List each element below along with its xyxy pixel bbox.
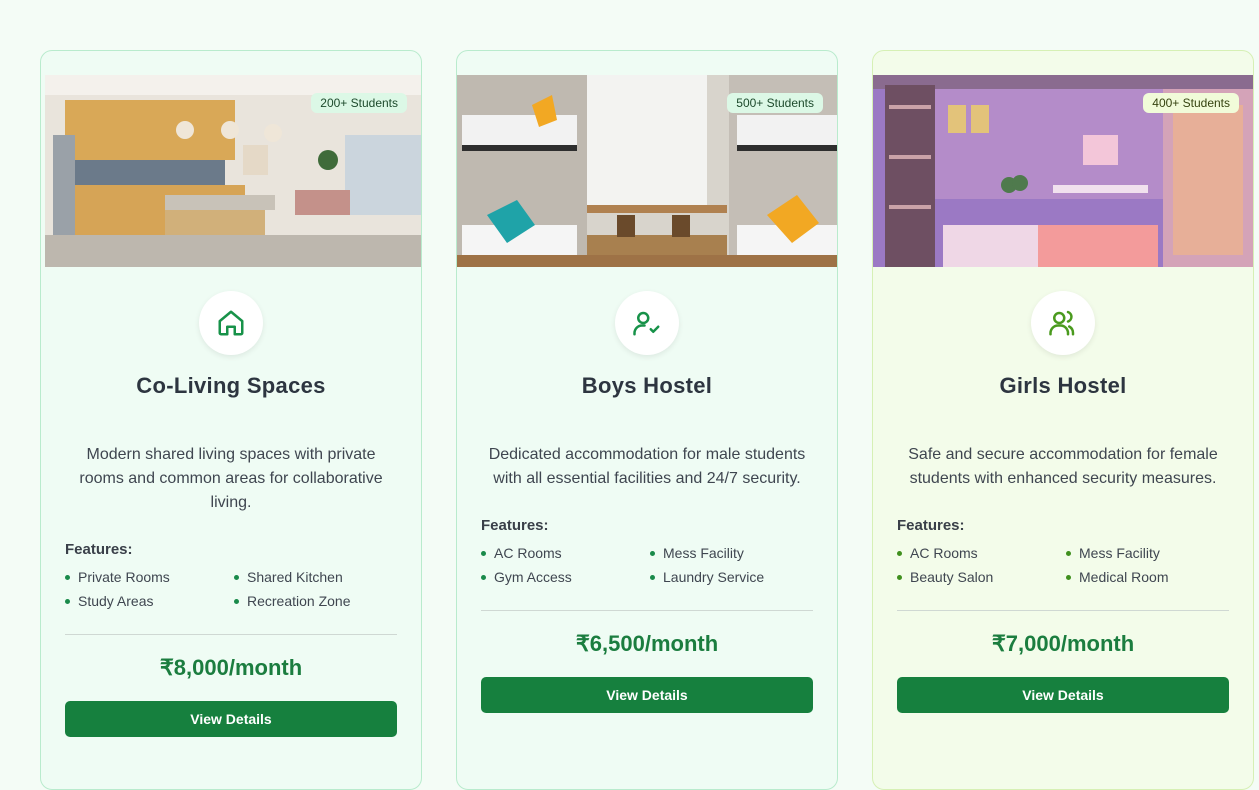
bullet-icon <box>234 574 239 580</box>
features-heading: Features: <box>65 541 133 558</box>
feature-label: Beauty Salon <box>910 569 994 585</box>
bullet-icon <box>650 574 655 580</box>
card-title: Girls Hostel <box>999 373 1127 398</box>
bullet-icon <box>481 574 486 580</box>
feature-label: Mess Facility <box>1079 545 1160 561</box>
feature-item: Mess Facility <box>1066 544 1235 562</box>
price: ₹8,000/month <box>159 655 303 680</box>
feature-item: Medical Room <box>1066 568 1235 586</box>
feature-label: AC Rooms <box>494 545 562 561</box>
bullet-icon <box>1066 550 1071 556</box>
divider <box>897 610 1229 611</box>
feature-item: AC Rooms <box>897 544 1066 562</box>
card-title: Boys Hostel <box>581 373 713 398</box>
divider <box>481 610 813 611</box>
feature-label: Gym Access <box>494 569 572 585</box>
home-icon <box>199 291 263 355</box>
bullet-icon <box>65 598 70 604</box>
bullet-icon <box>650 550 655 556</box>
student-count-badge: 400+ Students <box>1143 93 1239 113</box>
feature-label: Mess Facility <box>663 545 744 561</box>
feature-label: Medical Room <box>1079 569 1169 585</box>
features-list: AC Rooms Mess Facility Beauty Salon Medi… <box>897 544 1229 586</box>
view-details-button[interactable]: View Details <box>481 677 813 713</box>
feature-item: Laundry Service <box>650 568 819 586</box>
divider <box>65 634 397 635</box>
bullet-icon <box>234 598 239 604</box>
feature-item: Study Areas <box>65 592 234 610</box>
feature-label: AC Rooms <box>910 545 978 561</box>
feature-label: Laundry Service <box>663 569 765 585</box>
feature-item: Mess Facility <box>650 544 819 562</box>
features-list: AC Rooms Mess Facility Gym Access Laundr… <box>481 544 813 586</box>
bullet-icon <box>65 574 70 580</box>
card-description: Safe and secure accommodation for female… <box>908 446 1218 487</box>
accommodation-cards: 200+ Students Co-Living Spaces Modern sh… <box>0 0 1259 790</box>
feature-label: Private Rooms <box>78 569 170 585</box>
bullet-icon <box>1066 574 1071 580</box>
card-co-living: 200+ Students Co-Living Spaces Modern sh… <box>40 50 422 790</box>
co-living-photo: 200+ Students <box>45 75 421 267</box>
feature-label: Shared Kitchen <box>247 569 343 585</box>
bullet-icon <box>481 550 486 556</box>
bullet-icon <box>897 574 902 580</box>
feature-item: AC Rooms <box>481 544 650 562</box>
view-details-button[interactable]: View Details <box>65 701 397 737</box>
card-title: Co-Living Spaces <box>136 373 326 398</box>
feature-item: Beauty Salon <box>897 568 1066 586</box>
feature-label: Recreation Zone <box>247 593 351 609</box>
student-count-badge: 500+ Students <box>727 93 823 113</box>
view-details-button[interactable]: View Details <box>897 677 1229 713</box>
feature-item: Shared Kitchen <box>234 568 403 586</box>
boys-hostel-photo: 500+ Students <box>457 75 837 267</box>
features-heading: Features: <box>897 517 965 534</box>
features-heading: Features: <box>481 517 549 534</box>
card-description: Modern shared living spaces with private… <box>79 446 383 511</box>
feature-item: Gym Access <box>481 568 650 586</box>
users-icon <box>1031 291 1095 355</box>
feature-item: Recreation Zone <box>234 592 403 610</box>
girls-hostel-photo: 400+ Students <box>873 75 1253 267</box>
card-girls-hostel: 400+ Students Girls Hostel Safe and secu… <box>872 50 1254 790</box>
feature-item: Private Rooms <box>65 568 234 586</box>
feature-label: Study Areas <box>78 593 154 609</box>
price: ₹7,000/month <box>991 631 1135 656</box>
features-list: Private Rooms Shared Kitchen Study Areas… <box>65 568 397 610</box>
bullet-icon <box>897 550 902 556</box>
user-check-icon <box>615 291 679 355</box>
card-description: Dedicated accommodation for male student… <box>488 446 806 487</box>
price: ₹6,500/month <box>575 631 719 656</box>
card-boys-hostel: 500+ Students Boys Hostel Dedicated acco… <box>456 50 838 790</box>
student-count-badge: 200+ Students <box>311 93 407 113</box>
